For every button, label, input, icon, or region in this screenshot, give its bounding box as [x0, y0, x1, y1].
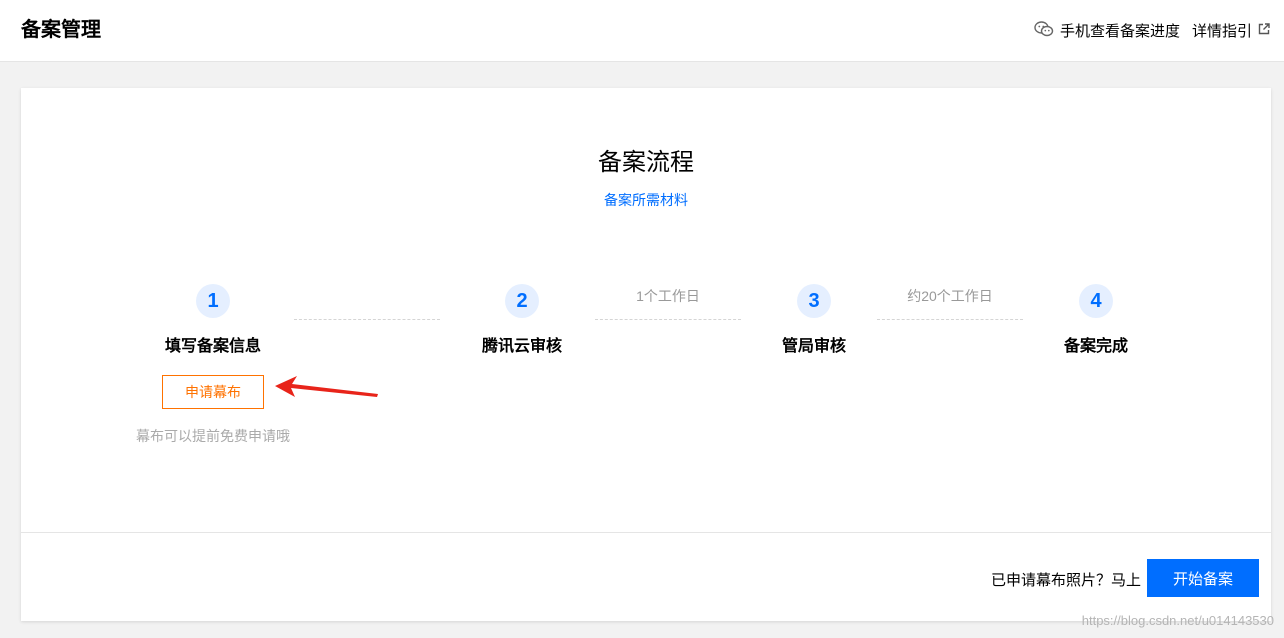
step-number: 2: [505, 284, 539, 318]
required-materials-link[interactable]: 备案所需材料: [21, 190, 1271, 210]
step-label: 备案完成: [1063, 338, 1128, 355]
red-arrow-annotation: [273, 374, 383, 405]
step-label: 管局审核: [781, 338, 846, 355]
step-number: 1: [196, 284, 230, 318]
footer-prompt: 已申请幕布照片？马上: [990, 572, 1141, 589]
curtain-hint: 幕布可以提前免费申请哦: [136, 428, 290, 444]
guide-link[interactable]: 详情指引: [1192, 20, 1270, 41]
step-number: 3: [797, 284, 831, 318]
step-connector: [595, 319, 741, 320]
step-label: 腾讯云审核: [481, 338, 562, 355]
header: 备案管理 手机查看备案进度 详情指引: [0, 0, 1284, 62]
step-complete: 4 备案完成: [1006, 284, 1186, 356]
page-title: 备案管理: [21, 19, 101, 41]
step-tencent-review: 2 腾讯云审核: [432, 284, 612, 356]
mobile-progress-link[interactable]: 手机查看备案进度: [1034, 20, 1180, 41]
start-filing-button[interactable]: 开始备案: [1147, 559, 1259, 597]
header-links: 手机查看备案进度 详情指引: [1034, 20, 1270, 41]
wechat-icon: [1034, 20, 1054, 41]
card-footer: 已申请幕布照片？马上 开始备案: [21, 532, 1271, 621]
step-number: 4: [1079, 284, 1113, 318]
apply-curtain-button[interactable]: 申请幕布: [162, 375, 264, 409]
guide-label: 详情指引: [1191, 23, 1252, 40]
mobile-progress-label: 手机查看备案进度: [1059, 23, 1180, 40]
watermark: https://blog.csdn.net/u014143530: [1081, 613, 1274, 628]
step-label: 填写备案信息: [164, 338, 261, 355]
flow-title: 备案流程: [598, 149, 694, 176]
filing-card: 备案流程 备案所需材料 1 填写备案信息 2 腾讯云审核 1个工作日 3 管局审…: [21, 88, 1271, 621]
external-link-icon: [1258, 22, 1270, 39]
step-connector: [877, 319, 1023, 320]
step-connector: [294, 319, 440, 320]
step-fill-info: 1 填写备案信息: [123, 284, 303, 356]
duration-label: 约20个工作日: [907, 288, 993, 304]
duration-label: 1个工作日: [636, 288, 700, 304]
